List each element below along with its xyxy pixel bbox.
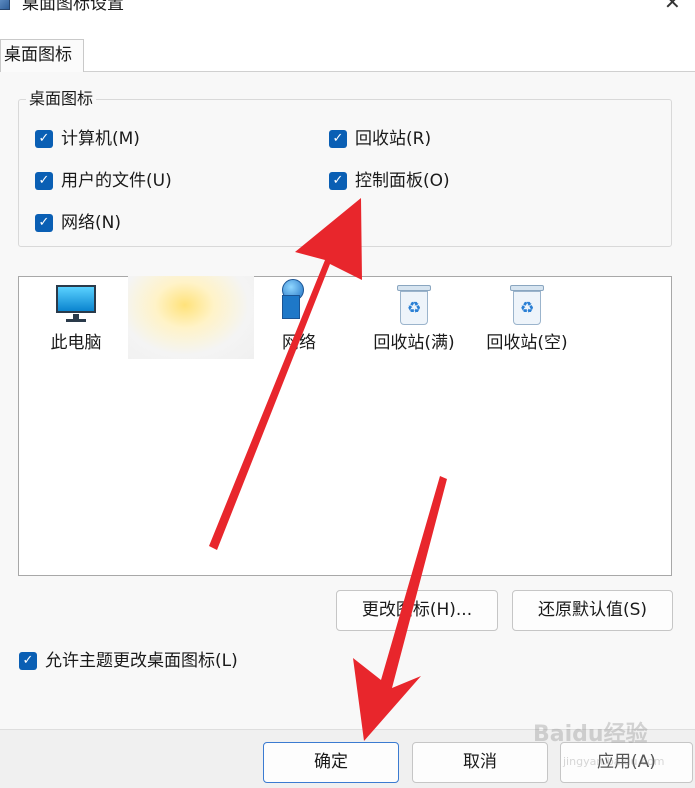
checkbox-checked-icon: ✓	[329, 130, 347, 148]
icon-list[interactable]: 此电脑 ♻ 回收站(满) ♻ 回收站(空)	[18, 276, 672, 576]
monitor-icon	[54, 283, 98, 327]
checkbox-checked-icon: ✓	[35, 214, 53, 232]
title-bar: 桌面图标设置 ✕	[0, 0, 695, 22]
network-icon-label[interactable]: 网络	[282, 333, 322, 353]
checkbox-network[interactable]: ✓ 网络(N)	[35, 213, 121, 233]
checkbox-checked-icon: ✓	[35, 172, 53, 190]
network-monitor-icon	[282, 295, 300, 319]
window-title: 桌面图标设置	[22, 0, 124, 14]
blurred-icon-item	[128, 276, 254, 359]
tab-desktop-icons[interactable]: 桌面图标	[0, 39, 84, 72]
icon-label: 回收站(满)	[373, 333, 455, 353]
icon-item-this-pc[interactable]: 此电脑	[21, 283, 131, 353]
icon-label: 回收站(空)	[486, 333, 568, 353]
checkbox-label: 允许主题更改桌面图标(L)	[45, 651, 238, 671]
icon-item-recycle-bin-empty[interactable]: ♻ 回收站(空)	[472, 283, 582, 353]
checkbox-label: 控制面板(O)	[355, 171, 450, 191]
close-icon[interactable]: ✕	[664, 0, 681, 12]
checkbox-control-panel[interactable]: ✓ 控制面板(O)	[329, 171, 450, 191]
apply-button[interactable]: 应用(A)	[560, 742, 693, 783]
checkbox-user-files[interactable]: ✓ 用户的文件(U)	[35, 171, 172, 191]
recycle-bin-full-icon: ♻	[394, 283, 434, 327]
icon-label: 此电脑	[50, 333, 102, 353]
change-icon-button[interactable]: 更改图标(H)...	[336, 590, 498, 631]
checkbox-label: 回收站(R)	[355, 129, 432, 149]
group-title: 桌面图标	[26, 89, 97, 109]
ok-button[interactable]: 确定	[263, 742, 399, 783]
restore-default-button[interactable]: 还原默认值(S)	[512, 590, 673, 631]
cancel-button[interactable]: 取消	[412, 742, 548, 783]
checkbox-allow-themes[interactable]: ✓ 允许主题更改桌面图标(L)	[19, 651, 238, 671]
checkbox-checked-icon: ✓	[35, 130, 53, 148]
checkbox-label: 用户的文件(U)	[61, 171, 172, 191]
desktop-settings-app-icon	[0, 0, 10, 10]
recycle-bin-empty-icon: ♻	[507, 283, 547, 327]
icon-item-recycle-bin-full[interactable]: ♻ 回收站(满)	[359, 283, 469, 353]
checkbox-label: 网络(N)	[61, 213, 121, 233]
checkbox-checked-icon: ✓	[329, 172, 347, 190]
checkbox-label: 计算机(M)	[61, 129, 140, 149]
checkbox-computer[interactable]: ✓ 计算机(M)	[35, 129, 140, 149]
checkbox-recycle-bin[interactable]: ✓ 回收站(R)	[329, 129, 431, 149]
checkbox-checked-icon: ✓	[19, 652, 37, 670]
